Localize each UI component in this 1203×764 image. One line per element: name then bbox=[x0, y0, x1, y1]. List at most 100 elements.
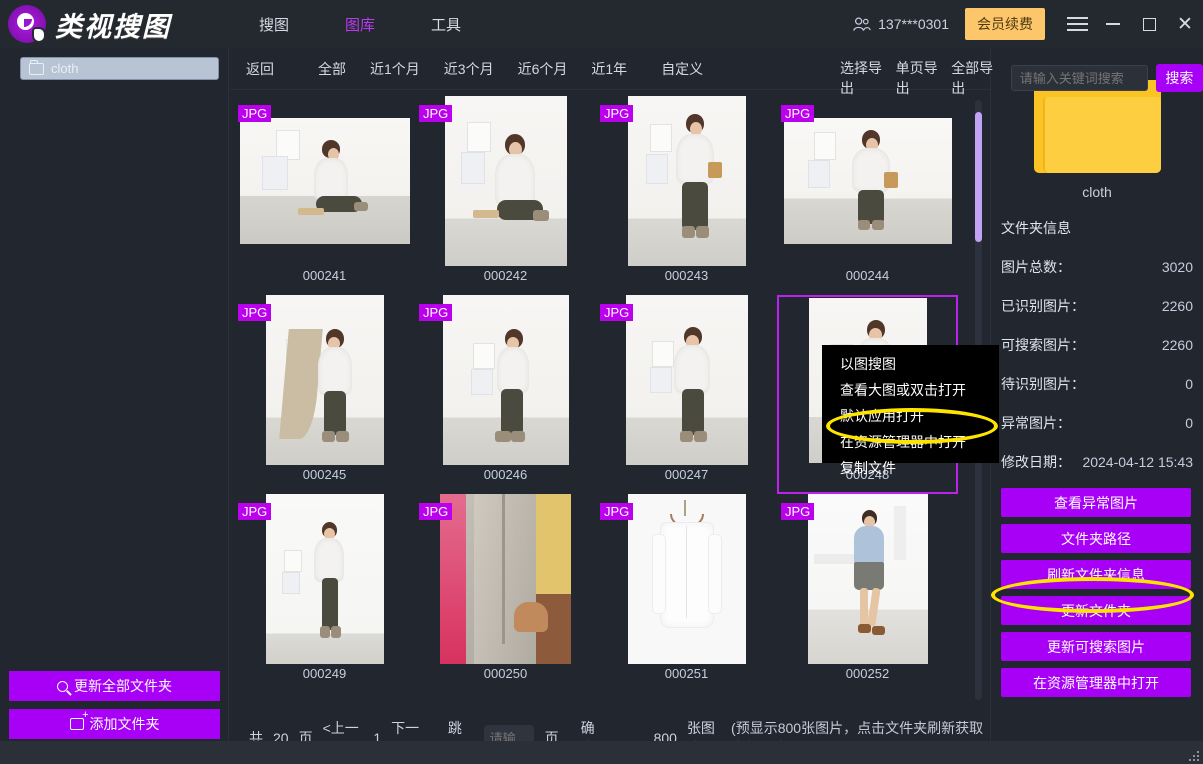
folder-sidebar: cloth 更新全部文件夹 添加文件夹 bbox=[0, 48, 229, 764]
photo-000249 bbox=[266, 494, 384, 664]
file-type-badge: JPG bbox=[419, 503, 452, 520]
thumbnail-caption: 000241 bbox=[303, 268, 346, 283]
nav-tab-gallery[interactable]: 图库 bbox=[317, 8, 403, 41]
maximize-button[interactable] bbox=[1131, 0, 1167, 48]
file-type-badge: JPG bbox=[600, 304, 633, 321]
context-menu-item-view-large[interactable]: 查看大图或双击打开 bbox=[822, 377, 999, 403]
hamburger-icon bbox=[1067, 17, 1088, 31]
vip-renew-button[interactable]: 会员续费 bbox=[965, 8, 1045, 40]
minimize-button[interactable] bbox=[1095, 0, 1131, 48]
modified-date-label: 修改日期： bbox=[1001, 452, 1071, 472]
user-phone-label: 137***0301 bbox=[878, 16, 949, 32]
stat-value: 2260 bbox=[1162, 337, 1193, 353]
add-image-icon bbox=[70, 718, 84, 730]
stat-abnormal-images: 异常图片： 0 bbox=[1001, 413, 1193, 433]
nav-tab-search[interactable]: 搜图 bbox=[231, 8, 317, 41]
filter-all[interactable]: 全部 bbox=[306, 55, 358, 83]
stat-pending-images: 待识别图片： 0 bbox=[1001, 374, 1193, 394]
gallery-item[interactable]: JPG 000 bbox=[234, 295, 415, 494]
thumbnail-caption: 000242 bbox=[484, 268, 527, 283]
folder-info-panel: cloth 文件夹信息 图片总数： 3020 已识别图片： 2260 可搜索图片… bbox=[990, 48, 1203, 753]
file-type-badge: JPG bbox=[238, 503, 271, 520]
status-bar bbox=[0, 741, 1203, 764]
file-type-badge: JPG bbox=[419, 105, 452, 122]
search-input[interactable] bbox=[1011, 65, 1148, 91]
title-bar: 类视搜图 搜图 图库 工具 137***0301 会员续费 bbox=[0, 0, 1203, 48]
filter-custom[interactable]: 自定义 bbox=[649, 55, 715, 83]
view-abnormal-images-button[interactable]: 查看异常图片 bbox=[1001, 488, 1191, 517]
export-page-button[interactable]: 单页导出 bbox=[896, 58, 942, 98]
update-all-folders-button[interactable]: 更新全部文件夹 bbox=[9, 671, 220, 701]
menu-button[interactable] bbox=[1059, 0, 1095, 48]
file-type-badge: JPG bbox=[600, 105, 633, 122]
folder-path-button[interactable]: 文件夹路径 bbox=[1001, 524, 1191, 553]
gallery-item[interactable]: JPG 000 bbox=[415, 295, 596, 494]
close-icon: ✕ bbox=[1177, 15, 1193, 34]
maximize-icon bbox=[1143, 18, 1156, 31]
thumbnail-caption: 000243 bbox=[665, 268, 708, 283]
stat-label: 图片总数： bbox=[1001, 257, 1071, 277]
app-logo: 类视搜图 bbox=[8, 5, 171, 44]
context-menu-item-copy-file[interactable]: 复制文件 bbox=[822, 455, 999, 481]
gallery-item[interactable]: JPG 000250 bbox=[415, 494, 596, 693]
add-folder-button[interactable]: 添加文件夹 bbox=[9, 709, 220, 739]
user-account[interactable]: 137***0301 bbox=[852, 16, 949, 32]
filter-1-month[interactable]: 近1个月 bbox=[358, 55, 432, 83]
gallery-item[interactable]: JPG 000 bbox=[596, 295, 777, 494]
application-window: 类视搜图 搜图 图库 工具 137***0301 会员续费 bbox=[0, 0, 1203, 764]
stat-label: 异常图片： bbox=[1001, 413, 1071, 433]
file-type-badge: JPG bbox=[238, 304, 271, 321]
export-selected-button[interactable]: 选择导出 bbox=[840, 58, 886, 98]
context-menu-item-open-in-explorer[interactable]: 在资源管理器中打开 bbox=[822, 429, 999, 455]
gallery-item[interactable]: JPG 000 bbox=[234, 494, 415, 693]
filter-3-months[interactable]: 近3个月 bbox=[432, 55, 506, 83]
file-type-badge: JPG bbox=[419, 304, 452, 321]
open-in-explorer-button[interactable]: 在资源管理器中打开 bbox=[1001, 668, 1191, 697]
stat-value: 3020 bbox=[1162, 259, 1193, 275]
stat-value: 0 bbox=[1185, 415, 1193, 431]
gallery-item[interactable]: JPG bbox=[777, 96, 958, 295]
toolbar-back[interactable]: 返回 bbox=[238, 55, 286, 83]
gallery-item[interactable]: JPG bbox=[596, 96, 777, 295]
folder-icon bbox=[29, 63, 44, 75]
thumbnail-caption: 000250 bbox=[484, 666, 527, 681]
thumbnail-caption: 000249 bbox=[303, 666, 346, 681]
close-button[interactable]: ✕ bbox=[1167, 0, 1203, 48]
gallery-item[interactable]: JPG bbox=[777, 494, 958, 693]
gallery-item[interactable]: JPG 000251 bbox=[596, 494, 777, 693]
thumbnail-caption: 000245 bbox=[303, 467, 346, 482]
thumbnail-caption: 000251 bbox=[665, 666, 708, 681]
thumbnail-caption: 000244 bbox=[846, 268, 889, 283]
modified-date-value: 2024-04-12 15:43 bbox=[1082, 454, 1193, 470]
minimize-icon bbox=[1106, 23, 1120, 25]
update-searchable-images-button[interactable]: 更新可搜索图片 bbox=[1001, 632, 1191, 661]
panel-section-title: 文件夹信息 bbox=[1001, 218, 1193, 238]
stat-total-images: 图片总数： 3020 bbox=[1001, 257, 1193, 277]
update-folder-button[interactable]: 更新文件夹 bbox=[1001, 596, 1191, 625]
filter-6-months[interactable]: 近6个月 bbox=[506, 55, 580, 83]
photo-000242 bbox=[445, 96, 567, 266]
photo-000241 bbox=[240, 118, 410, 244]
photo-000251 bbox=[628, 494, 746, 664]
nav-tab-tools[interactable]: 工具 bbox=[403, 8, 489, 41]
panel-folder-name: cloth bbox=[1001, 184, 1193, 200]
search-button[interactable]: 搜索 bbox=[1156, 64, 1203, 92]
context-menu-item-open-default-app[interactable]: 默认应用打开 bbox=[822, 403, 999, 429]
gallery-item[interactable]: JPG 000 bbox=[415, 96, 596, 295]
filter-1-year[interactable]: 近1年 bbox=[579, 55, 639, 83]
panel-action-buttons: 查看异常图片 文件夹路径 刷新文件夹信息 更新文件夹 更新可搜索图片 在资源管理… bbox=[1001, 488, 1193, 697]
gallery-item[interactable]: JPG 000 bbox=[234, 96, 415, 295]
magnifier-handle-icon bbox=[32, 27, 46, 43]
gallery-scrollbar-thumb[interactable] bbox=[975, 112, 982, 242]
users-icon bbox=[852, 16, 871, 32]
context-menu-item-search-by-image[interactable]: 以图搜图 bbox=[822, 351, 999, 377]
file-type-badge: JPG bbox=[781, 503, 814, 520]
stat-label: 待识别图片： bbox=[1001, 374, 1085, 394]
export-all-button[interactable]: 全部导出 bbox=[951, 58, 997, 98]
main-nav: 搜图 图库 工具 bbox=[231, 8, 489, 41]
sidebar-folder-cloth[interactable]: cloth bbox=[20, 57, 219, 80]
thumbnail-caption: 000246 bbox=[484, 467, 527, 482]
context-menu: 以图搜图 查看大图或双击打开 默认应用打开 在资源管理器中打开 复制文件 bbox=[822, 345, 999, 463]
resize-grip[interactable] bbox=[1187, 749, 1199, 761]
refresh-folder-info-button[interactable]: 刷新文件夹信息 bbox=[1001, 560, 1191, 589]
